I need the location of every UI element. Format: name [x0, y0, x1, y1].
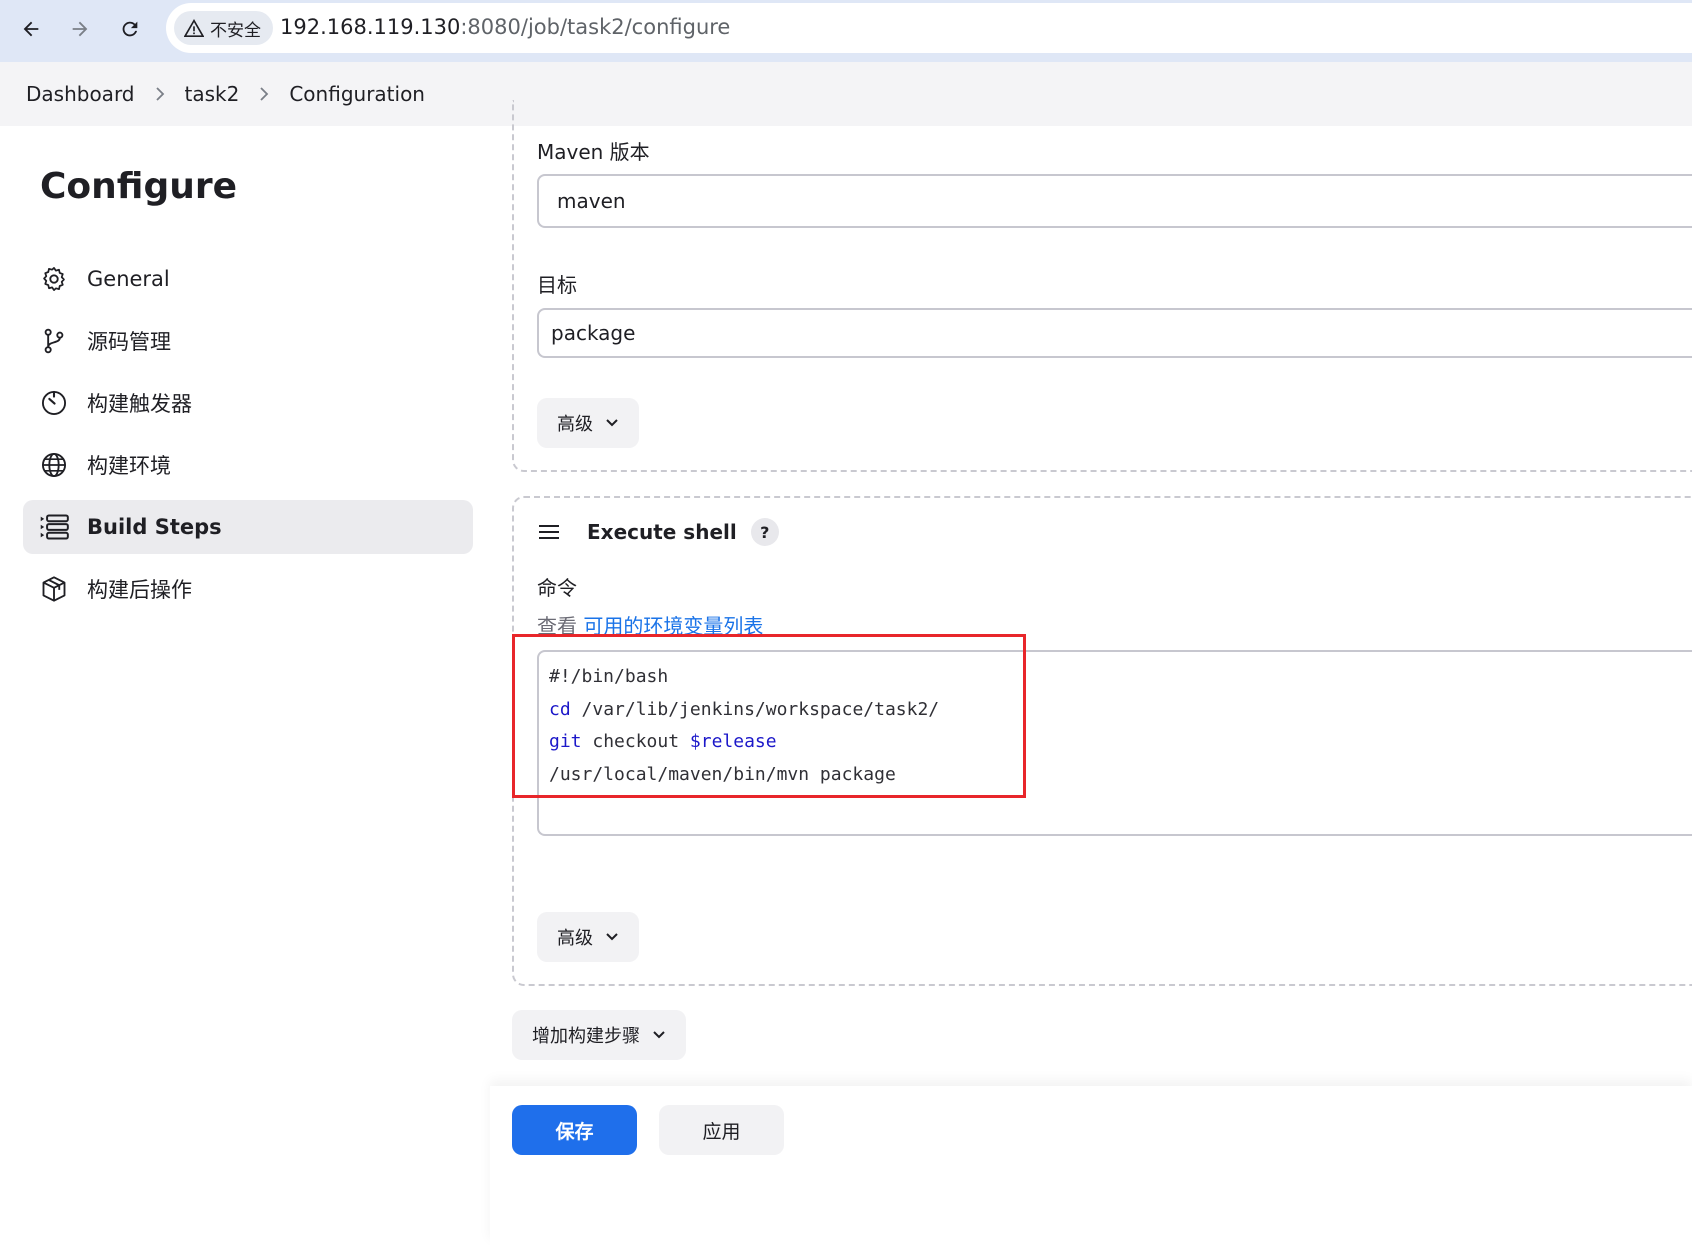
- back-button[interactable]: [12, 10, 50, 48]
- advanced-label: 高级: [557, 928, 593, 949]
- add-build-step-button[interactable]: 增加构建步骤: [512, 1010, 686, 1060]
- goals-value: package: [551, 321, 636, 345]
- sidebar-item-label: 构建环境: [87, 454, 171, 478]
- code-line: /usr/local/maven/bin/mvn package: [549, 764, 1692, 797]
- warning-triangle-icon: [184, 19, 204, 37]
- code-keyword: git: [549, 731, 582, 752]
- shell-step-title: Execute shell ?: [587, 518, 779, 546]
- security-indicator[interactable]: 不安全: [174, 11, 273, 45]
- page-title: Configure: [40, 166, 238, 207]
- code-text: /usr/local/maven/bin/mvn package: [549, 763, 896, 785]
- browser-toolbar: 不安全 192.168.119.130:8080/job/task2/confi…: [0, 0, 1692, 62]
- maven-advanced-button[interactable]: 高级: [537, 398, 639, 448]
- chevron-down-icon: [653, 1031, 665, 1039]
- code-text: /var/lib/jenkins/workspace/task2/: [570, 698, 940, 720]
- reload-icon: [122, 21, 138, 37]
- sidebar-item-post-build[interactable]: 构建后操作: [23, 562, 473, 616]
- sidebar-item-label: Build Steps: [87, 515, 222, 539]
- sidebar-item-triggers[interactable]: 构建触发器: [23, 376, 473, 430]
- sidebar-item-label: 构建后操作: [87, 578, 192, 602]
- globe-icon: [39, 450, 69, 480]
- maven-version-value: maven: [557, 189, 626, 213]
- arrow-left-icon: [23, 21, 39, 37]
- breadcrumb-dashboard[interactable]: Dashboard: [26, 82, 135, 106]
- code-keyword: cd: [549, 698, 571, 720]
- url-text: 192.168.119.130:8080/job/task2/configure: [280, 15, 730, 39]
- maven-version-select[interactable]: maven: [537, 174, 1692, 228]
- code-text: #!/bin/bash: [549, 666, 669, 687]
- save-button[interactable]: 保存: [512, 1105, 637, 1155]
- url-host: 192.168.119.130: [280, 15, 461, 39]
- address-bar[interactable]: 不安全 192.168.119.130:8080/job/task2/confi…: [166, 3, 1692, 53]
- sidebar-item-build-steps[interactable]: Build Steps: [23, 500, 473, 554]
- chevron-right-icon: [259, 86, 269, 102]
- command-textarea[interactable]: #!/bin/bash cd /var/lib/jenkins/workspac…: [537, 650, 1692, 836]
- maven-step-section: [512, 100, 1692, 472]
- goals-label: 目标: [537, 273, 577, 297]
- advanced-label: 高级: [557, 414, 593, 435]
- sidebar-item-label: General: [87, 267, 170, 291]
- drag-handle[interactable]: [538, 522, 560, 546]
- code-line: cd /var/lib/jenkins/workspace/task2/: [549, 699, 1692, 732]
- list-icon: [39, 512, 69, 542]
- sidebar-item-label: 源码管理: [87, 330, 171, 354]
- timer-icon: [39, 388, 69, 418]
- shell-step-title-text: Execute shell: [587, 520, 737, 544]
- code-text: checkout: [581, 731, 690, 752]
- sidebar-item-label: 构建触发器: [87, 392, 192, 416]
- arrow-right-icon: [72, 21, 88, 37]
- sidebar-item-environment[interactable]: 构建环境: [23, 438, 473, 492]
- goals-input[interactable]: package: [537, 308, 1692, 358]
- url-path: :8080/job/task2/configure: [460, 15, 731, 39]
- chevron-down-icon: [606, 933, 618, 941]
- apply-button[interactable]: 应用: [659, 1105, 784, 1155]
- breadcrumb-configuration[interactable]: Configuration: [289, 82, 425, 106]
- security-label: 不安全: [210, 20, 261, 41]
- forward-button[interactable]: [61, 10, 99, 48]
- code-variable: $release: [689, 731, 777, 752]
- env-prefix: 查看: [537, 614, 584, 638]
- branch-icon: [39, 326, 69, 356]
- command-label: 命令: [537, 576, 577, 600]
- drag-handle-icon: [539, 525, 559, 539]
- package-icon: [39, 574, 69, 604]
- maven-version-label: Maven 版本: [537, 140, 650, 164]
- add-build-step-label: 增加构建步骤: [532, 1026, 640, 1047]
- breadcrumb-task2[interactable]: task2: [185, 82, 240, 106]
- code-line: git checkout $release: [549, 731, 1692, 764]
- chevron-down-icon: [606, 419, 618, 427]
- shell-advanced-button[interactable]: 高级: [537, 912, 639, 962]
- chevron-right-icon: [155, 86, 165, 102]
- env-vars-line: 查看 可用的环境变量列表: [537, 610, 763, 639]
- help-icon[interactable]: ?: [750, 518, 779, 546]
- code-line: #!/bin/bash: [549, 666, 1692, 699]
- env-vars-link[interactable]: 可用的环境变量列表: [583, 614, 763, 638]
- gear-icon: [39, 264, 69, 294]
- sidebar-item-source[interactable]: 源码管理: [23, 314, 473, 368]
- reload-button[interactable]: [111, 10, 149, 48]
- sidebar-item-general[interactable]: General: [23, 252, 473, 306]
